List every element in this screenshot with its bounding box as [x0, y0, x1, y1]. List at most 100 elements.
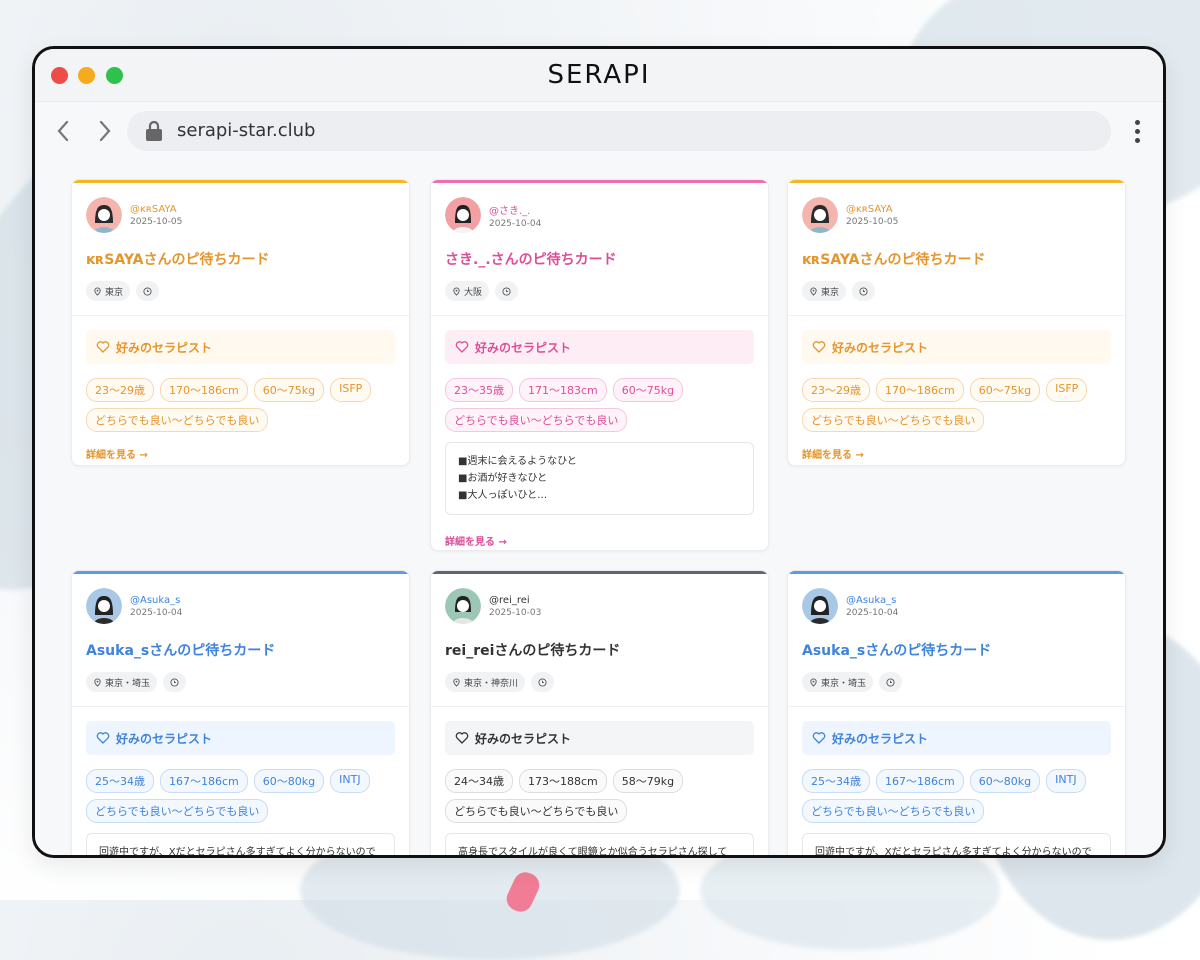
card-body: 好みのセラピスト 23〜29歳 170〜186cm 60〜75kg ISFP ど…	[72, 316, 409, 465]
location-chip: 東京・埼玉	[802, 672, 874, 692]
style-tag: どちらでも良い〜どちらでも良い	[802, 408, 985, 432]
location-text: 東京・埼玉	[821, 678, 867, 689]
wait-card[interactable]: @rei_rei 2025-10-03 rei_reiさんのピ待ちカード 東京・…	[430, 570, 769, 855]
wait-card[interactable]: @ᴋʀSAYA 2025-10-05 ᴋʀSAYAさんのピ待ちカード 東京 好み…	[787, 179, 1126, 466]
location-text: 東京・埼玉	[105, 678, 151, 689]
clock-icon	[143, 286, 152, 296]
card-title[interactable]: Asuka_sさんのピ待ちカード	[86, 640, 395, 660]
avatar[interactable]	[445, 588, 481, 624]
heart-icon	[96, 732, 110, 744]
preferred-therapist-label: 好みのセラピスト	[832, 340, 929, 355]
note-line: 回遊中ですが、Xだとセラピさん多すぎてよく分からないので	[815, 847, 1092, 855]
location-chip: 大阪	[445, 281, 490, 301]
wait-card[interactable]: @ᴋʀSAYA 2025-10-05 ᴋʀSAYAさんのピ待ちカード 東京 好み…	[71, 179, 410, 466]
age-tag: 24〜34歳	[445, 769, 513, 793]
card-body: 好みのセラピスト 23〜35歳 171〜183cm 60〜75kg どちらでも良…	[431, 316, 768, 550]
heart-icon	[96, 341, 110, 353]
wait-card[interactable]: @Asuka_s 2025-10-04 Asuka_sさんのピ待ちカード 東京・…	[787, 570, 1126, 855]
note-line: 高身長でスタイルが良くて眼鏡とか似合うセラピさん探して	[458, 847, 728, 855]
preferred-therapist-label: 好みのセラピスト	[116, 340, 213, 355]
clock-icon	[859, 286, 868, 296]
view-details-link[interactable]: 詳細を見る →	[445, 533, 754, 548]
request-note: 高身長でスタイルが良くて眼鏡とか似合うセラピさん探して	[445, 833, 754, 855]
card-title[interactable]: rei_reiさんのピ待ちカード	[445, 640, 754, 660]
card-header: @Asuka_s 2025-10-04 Asuka_sさんのピ待ちカード 東京・…	[72, 574, 409, 707]
weight-tag: 60〜80kg	[253, 769, 325, 793]
preference-tags: 23〜35歳 171〜183cm 60〜75kg どちらでも良い〜どちらでも良い	[445, 378, 754, 432]
wait-card[interactable]: @さき._. 2025-10-04 さき._.さんのピ待ちカード 大阪 好みのセ…	[430, 179, 769, 551]
avatar[interactable]	[802, 588, 838, 624]
post-date: 2025-10-04	[846, 607, 899, 618]
note-line: ■大人っぽいひと…	[458, 490, 548, 501]
avatar[interactable]	[86, 588, 122, 624]
avatar[interactable]	[802, 197, 838, 233]
location-chip: 東京・埼玉	[86, 672, 158, 692]
user-handle[interactable]: @ᴋʀSAYA	[130, 204, 182, 215]
weight-tag: 60〜75kg	[612, 378, 684, 402]
menu-dot-icon	[1135, 138, 1140, 143]
map-pin-icon	[810, 287, 817, 296]
preferred-therapist-label: 好みのセラピスト	[832, 731, 929, 746]
preferred-therapist-label: 好みのセラピスト	[475, 731, 572, 746]
user-handle[interactable]: @Asuka_s	[846, 595, 898, 606]
avatar[interactable]	[86, 197, 122, 233]
age-tag: 25〜34歳	[802, 769, 870, 793]
view-details-link[interactable]: 詳細を見る →	[86, 446, 395, 461]
style-tag: どちらでも良い〜どちらでも良い	[445, 799, 628, 823]
preferred-therapist-banner: 好みのセラピスト	[445, 330, 754, 364]
height-tag: 170〜186cm	[160, 378, 248, 402]
preference-tags: 25〜34歳 167〜186cm 60〜80kg INTJ どちらでも良い〜どち…	[802, 769, 1111, 823]
card-title[interactable]: さき._.さんのピ待ちカード	[445, 249, 754, 269]
preference-tags: 23〜29歳 170〜186cm 60〜75kg ISFP どちらでも良い〜どち…	[802, 378, 1111, 432]
time-chip	[531, 672, 555, 692]
user-handle[interactable]: @Asuka_s	[130, 595, 182, 606]
more-menu-button[interactable]	[1135, 120, 1141, 146]
post-date: 2025-10-03	[489, 607, 542, 618]
request-note: 回遊中ですが、Xだとセラピさん多すぎてよく分からないので	[802, 833, 1111, 855]
note-line: ■週末に会えるようなひと	[458, 456, 577, 467]
avatar[interactable]	[445, 197, 481, 233]
age-tag: 23〜29歳	[802, 378, 870, 402]
location-text: 東京・神奈川	[464, 678, 519, 689]
time-chip	[163, 672, 187, 692]
lock-icon	[146, 121, 162, 141]
wait-card[interactable]: @Asuka_s 2025-10-04 Asuka_sさんのピ待ちカード 東京・…	[71, 570, 410, 855]
card-body: 好みのセラピスト 25〜34歳 167〜186cm 60〜80kg INTJ ど…	[72, 707, 409, 855]
card-title[interactable]: ᴋʀSAYAさんのピ待ちカード	[86, 249, 395, 269]
chevron-right-icon	[99, 120, 111, 142]
heart-icon	[455, 341, 469, 353]
preferred-therapist-label: 好みのセラピスト	[116, 731, 213, 746]
heart-icon	[812, 732, 826, 744]
weight-tag: 60〜75kg	[969, 378, 1041, 402]
user-handle[interactable]: @rei_rei	[489, 595, 541, 606]
user-handle[interactable]: @さき._.	[489, 202, 541, 217]
post-date: 2025-10-05	[130, 216, 183, 227]
card-header: @ᴋʀSAYA 2025-10-05 ᴋʀSAYAさんのピ待ちカード 東京	[72, 183, 409, 316]
mbti-tag: INTJ	[1046, 769, 1086, 793]
style-tag: どちらでも良い〜どちらでも良い	[445, 408, 628, 432]
map-pin-icon	[94, 287, 101, 296]
card-title[interactable]: ᴋʀSAYAさんのピ待ちカード	[802, 249, 1111, 269]
back-button[interactable]	[51, 118, 77, 144]
view-details-link[interactable]: 詳細を見る →	[802, 446, 1111, 461]
app-title: SERAPI	[547, 60, 651, 90]
preference-tags: 24〜34歳 173〜188cm 58〜79kg どちらでも良い〜どちらでも良い	[445, 769, 754, 823]
clock-icon	[170, 677, 179, 687]
location-text: 大阪	[464, 287, 483, 298]
location-text: 東京	[105, 287, 124, 298]
card-title[interactable]: Asuka_sさんのピ待ちカード	[802, 640, 1111, 660]
card-body: 好みのセラピスト 23〜29歳 170〜186cm 60〜75kg ISFP ど…	[788, 316, 1125, 465]
note-line: ■お酒が好きなひと	[458, 473, 548, 484]
height-tag: 167〜186cm	[160, 769, 248, 793]
preferred-therapist-banner: 好みのセラピスト	[802, 330, 1111, 364]
user-handle[interactable]: @ᴋʀSAYA	[846, 204, 898, 215]
heart-icon	[455, 732, 469, 744]
map-pin-icon	[94, 678, 101, 687]
preference-tags: 25〜34歳 167〜186cm 60〜80kg INTJ どちらでも良い〜どち…	[86, 769, 395, 823]
forward-button[interactable]	[91, 118, 117, 144]
card-header: @rei_rei 2025-10-03 rei_reiさんのピ待ちカード 東京・…	[431, 574, 768, 707]
url-field[interactable]: serapi-star.club	[127, 111, 1111, 151]
title-bar: SERAPI	[35, 49, 1163, 102]
map-pin-icon	[453, 678, 460, 687]
location-chip: 東京	[802, 281, 847, 301]
